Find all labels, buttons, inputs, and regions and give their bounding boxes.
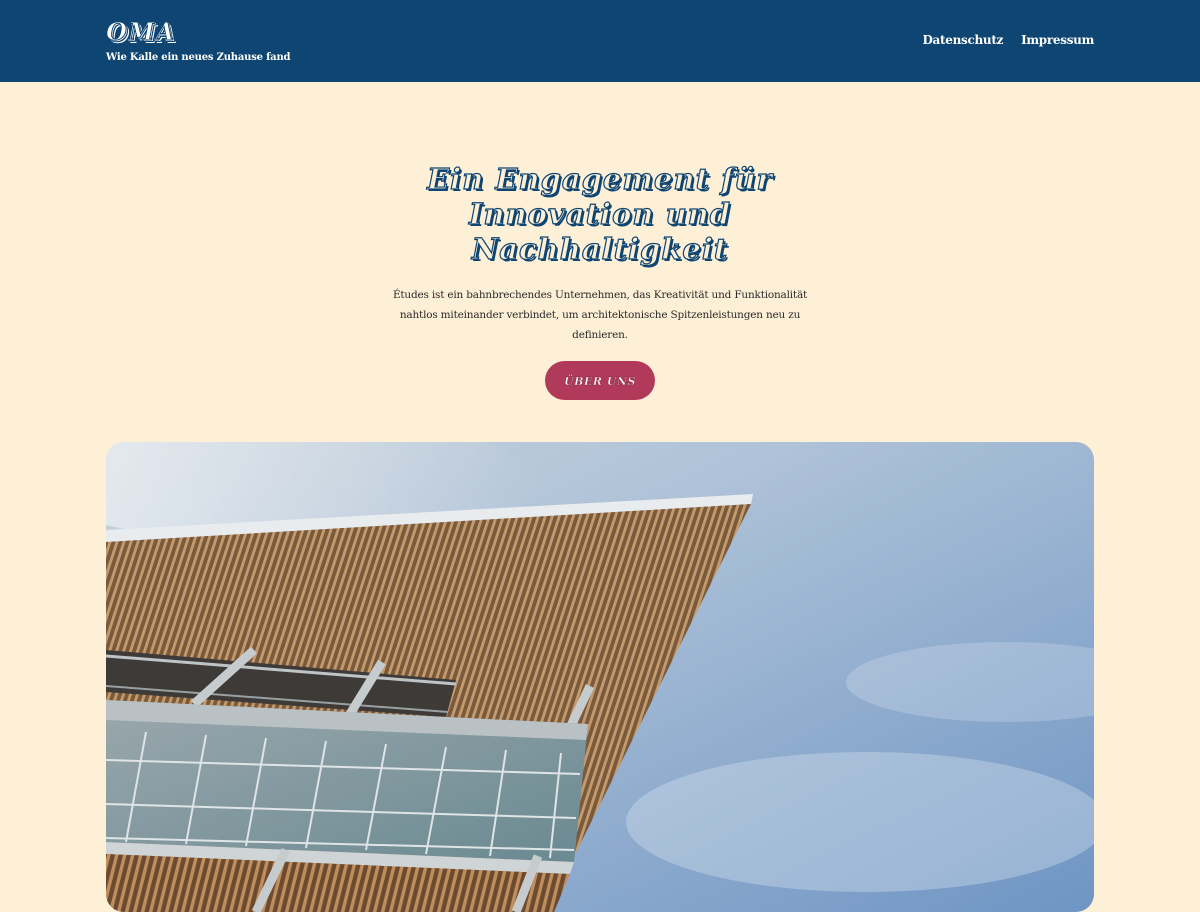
nav-link-impressum[interactable]: Impressum [1021,33,1094,47]
about-us-button[interactable]: ÜBER UNS [545,361,655,400]
hero-heading: Ein Engagement für Innovation und Nachha… [426,161,773,266]
brand: OMA Wie Kalle ein neues Zuhause fand [105,17,291,63]
site-title-link[interactable]: OMA [105,17,290,46]
hero-building-image [106,442,1094,912]
hero-description: Études ist ein bahnbrechendes Unternehme… [392,289,808,341]
main-nav: Datenschutz Impressum [922,33,1094,47]
site-tagline: Wie Kalle ein neues Zuhause fand [106,52,291,63]
nav-link-datenschutz[interactable]: Datenschutz [922,33,1003,47]
site-header: OMA Wie Kalle ein neues Zuhause fand Dat… [0,0,1200,82]
hero-section: Ein Engagement für Innovation und Nachha… [0,82,1200,400]
